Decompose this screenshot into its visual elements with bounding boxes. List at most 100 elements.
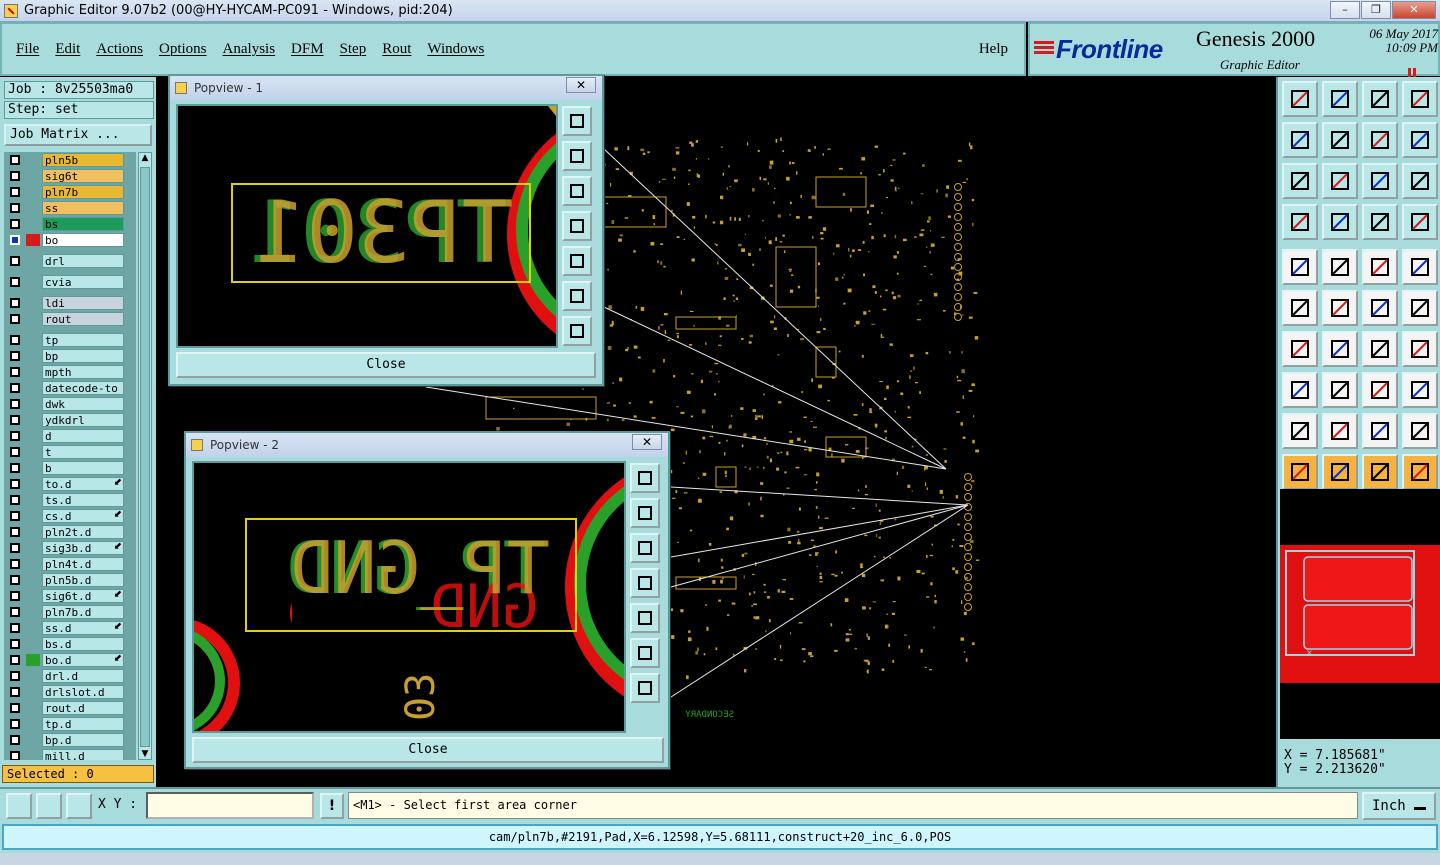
layer-checkbox[interactable] xyxy=(10,256,20,266)
layer-checkbox[interactable] xyxy=(10,235,20,245)
zoom-home-icon[interactable] xyxy=(1322,163,1358,199)
layer-row[interactable]: mill.d xyxy=(4,748,136,760)
layer-checkbox[interactable] xyxy=(10,298,20,308)
layer-row[interactable]: pln7b.d xyxy=(4,604,136,620)
house-icon[interactable] xyxy=(1362,81,1398,117)
layer-name[interactable]: bs xyxy=(42,217,124,231)
layer-row[interactable]: datecode-to xyxy=(4,380,136,396)
angle-icon[interactable] xyxy=(1282,331,1318,367)
layer-name[interactable]: ss.d xyxy=(42,621,124,635)
layer-checkbox[interactable] xyxy=(10,591,20,601)
move-right-icon[interactable] xyxy=(1322,122,1358,158)
layer-checkbox[interactable] xyxy=(10,335,20,345)
layer-name[interactable]: pln7b xyxy=(42,185,124,199)
popview-zoom-out-icon[interactable] xyxy=(630,673,660,703)
layer-checkbox[interactable] xyxy=(10,511,20,521)
layer-checkbox[interactable] xyxy=(10,479,20,489)
layer-checkbox[interactable] xyxy=(10,155,20,165)
layer-checkbox[interactable] xyxy=(10,559,20,569)
pointer-box-icon[interactable] xyxy=(1322,454,1358,490)
ratio-icon[interactable] xyxy=(1362,163,1398,199)
xy-input[interactable] xyxy=(146,792,314,819)
layer-name[interactable]: tp xyxy=(42,333,124,347)
layer-row[interactable]: tp xyxy=(4,332,136,348)
layer-row[interactable]: bp xyxy=(4,348,136,364)
menu-windows[interactable]: Windows xyxy=(427,41,484,58)
layer-name[interactable]: t xyxy=(42,445,124,459)
layers-red-icon[interactable] xyxy=(1362,204,1398,240)
triangle-red-icon[interactable] xyxy=(1362,413,1398,449)
layer-name[interactable]: dwk xyxy=(42,397,124,411)
layer-checkbox[interactable] xyxy=(10,735,20,745)
layer-row[interactable]: d xyxy=(4,428,136,444)
layer-checkbox[interactable] xyxy=(10,351,20,361)
layer-row[interactable]: sig6t.d ⬋ xyxy=(4,588,136,604)
measure-icon[interactable] xyxy=(36,793,62,819)
layer-checkbox[interactable] xyxy=(10,447,20,457)
layer-row[interactable]: ss.d ⬋ xyxy=(4,620,136,636)
triangle-icon[interactable] xyxy=(1282,413,1318,449)
layer-checkbox[interactable] xyxy=(10,607,20,617)
layer-name[interactable]: ldi xyxy=(42,296,124,310)
layer-name[interactable]: pln7b.d xyxy=(42,605,124,619)
settings-icon[interactable] xyxy=(1282,204,1318,240)
swap-icon[interactable] xyxy=(1362,122,1398,158)
layer-row[interactable]: pln5b xyxy=(4,152,136,168)
layer-checkbox[interactable] xyxy=(10,655,20,665)
diagonal-icon[interactable] xyxy=(1322,331,1358,367)
popview-1-window[interactable]: Popview - 1 ✕ TP301 TP301 Close xyxy=(168,74,604,386)
grid-icon[interactable] xyxy=(1322,204,1358,240)
layer-checkbox[interactable] xyxy=(10,399,20,409)
layer-checkbox[interactable] xyxy=(10,314,20,324)
popview-pan-right-icon[interactable] xyxy=(562,246,592,276)
layer-color-swatch[interactable] xyxy=(26,234,40,246)
popview-pan-down-icon[interactable] xyxy=(562,176,592,206)
snap-blue-icon[interactable] xyxy=(1402,290,1438,326)
layer-name[interactable]: datecode-to xyxy=(42,381,124,395)
layer-name[interactable]: drl.d xyxy=(42,669,124,683)
layer-row[interactable]: pln4t.d xyxy=(4,556,136,572)
popview-zoom-window-icon[interactable] xyxy=(562,106,592,136)
popview-pan-up-icon[interactable] xyxy=(630,498,660,528)
line-icon[interactable] xyxy=(1322,249,1358,285)
menu-analysis[interactable]: Analysis xyxy=(223,41,276,58)
layer-checkbox[interactable] xyxy=(10,219,20,229)
layer-row[interactable]: tp.d xyxy=(4,716,136,732)
resize-icon[interactable] xyxy=(6,793,32,819)
layer-checkbox[interactable] xyxy=(10,687,20,697)
layer-row[interactable]: rout.d xyxy=(4,700,136,716)
snap-icon[interactable] xyxy=(1362,290,1398,326)
layer-checkbox[interactable] xyxy=(10,431,20,441)
circle-icon[interactable] xyxy=(1402,249,1438,285)
layer-row[interactable]: t xyxy=(4,444,136,460)
zoom-fit-icon[interactable] xyxy=(1282,163,1318,199)
popview-1-titlebar[interactable]: Popview - 1 xyxy=(170,76,602,100)
popview-pan-up-icon[interactable] xyxy=(562,141,592,171)
layer-name[interactable]: rout.d xyxy=(42,701,124,715)
layer-row[interactable]: ss xyxy=(4,200,136,216)
layer-row[interactable]: mpth xyxy=(4,364,136,380)
layer-checkbox[interactable] xyxy=(10,277,20,287)
layer-name[interactable]: bp xyxy=(42,349,124,363)
rotate-icon[interactable] xyxy=(1362,331,1398,367)
menu-help[interactable]: Help xyxy=(979,41,1008,58)
layer-checkbox[interactable] xyxy=(10,415,20,425)
layer-name[interactable]: to.d xyxy=(42,477,124,491)
layer-checkbox[interactable] xyxy=(10,671,20,681)
layer-row[interactable]: pln5b.d xyxy=(4,572,136,588)
menu-step[interactable]: Step xyxy=(340,41,367,58)
layer-checkbox[interactable] xyxy=(10,639,20,649)
flip-icon[interactable] xyxy=(1402,122,1438,158)
menu-rout[interactable]: Rout xyxy=(382,41,411,58)
box-icon[interactable] xyxy=(1362,372,1398,408)
layer-row[interactable]: b xyxy=(4,460,136,476)
layer-name[interactable]: sig6t xyxy=(42,169,124,183)
triangle-blue-icon[interactable] xyxy=(1402,413,1438,449)
layer-row[interactable]: sig6t xyxy=(4,168,136,184)
layer-row[interactable]: bo xyxy=(4,232,136,248)
scroll-thumb[interactable] xyxy=(140,167,150,747)
layer-name[interactable]: bp.d xyxy=(42,733,124,747)
menu-edit[interactable]: Edit xyxy=(55,41,80,58)
popview-1-close-button[interactable]: Close xyxy=(176,352,596,378)
layer-name[interactable]: bs.d xyxy=(42,637,124,651)
